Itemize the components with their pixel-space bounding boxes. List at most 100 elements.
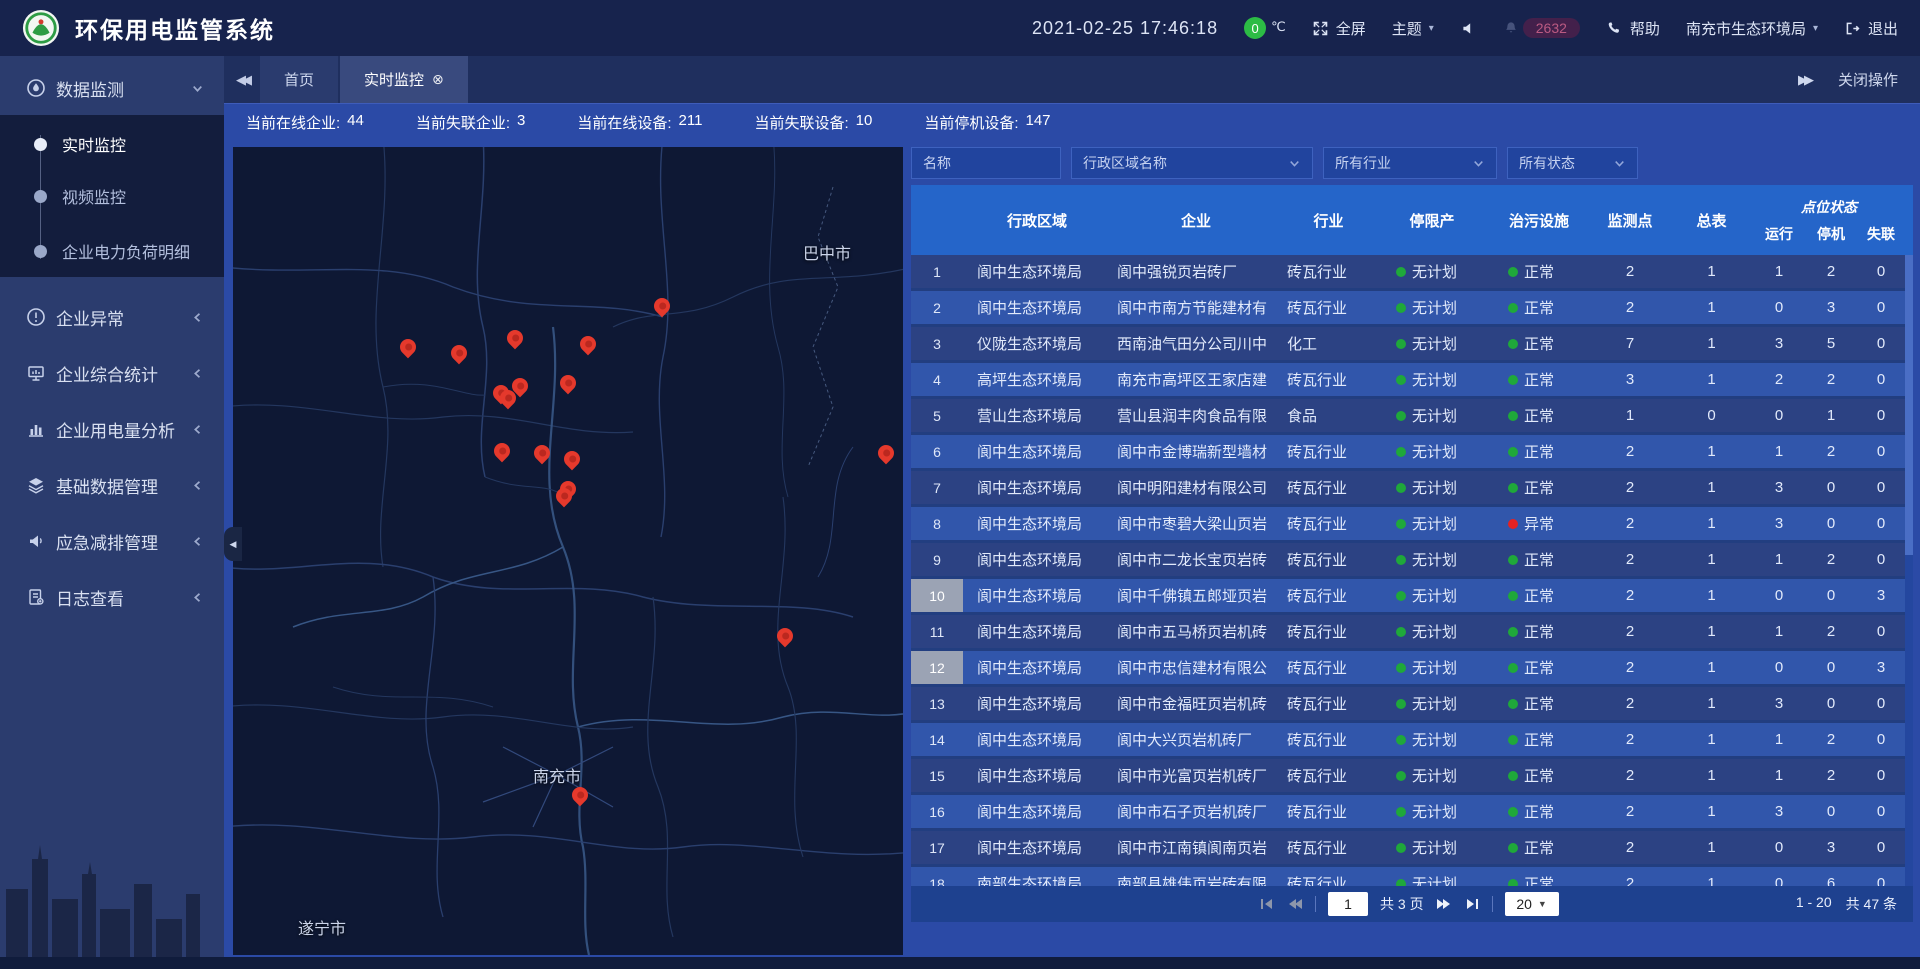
sidebar-group-emergency-reduction[interactable]: 应急减排管理 (0, 519, 224, 563)
page-number-input[interactable]: 1 (1328, 892, 1368, 916)
map-pin[interactable] (448, 342, 471, 365)
user-org-dropdown[interactable]: 南充市生态环境局 ▾ (1686, 18, 1818, 39)
table-row[interactable]: 11 阆中生态环境局 阆中市五马桥页岩机砖 砖瓦行业 无计划 正常 2 1 1 … (911, 615, 1905, 648)
datetime: 2021-02-25 17:46:18 (1032, 18, 1218, 39)
sound-button[interactable] (1460, 20, 1477, 37)
last-page-icon (1464, 897, 1480, 911)
tab-home[interactable]: 首页 (260, 56, 338, 103)
chevron-left-icon (191, 479, 204, 492)
scrollbar-thumb[interactable] (1905, 255, 1913, 555)
page-size-select[interactable]: 20 ▼ (1505, 892, 1559, 916)
table-row[interactable]: 7 阆中生态环境局 阆中明阳建材有限公司 砖瓦行业 无计划 正常 2 1 3 0… (911, 471, 1905, 504)
cell-pollution-facility: 正常 (1488, 831, 1590, 864)
sidebar-group-data-monitoring[interactable]: 数据监测 (0, 66, 224, 110)
cell-region: 阆中生态环境局 (963, 291, 1111, 324)
col-stop-limit: 停限产 (1376, 185, 1488, 255)
sidebar-item-realtime-monitoring[interactable]: 实时监控 (0, 127, 224, 161)
cell-stop-limit: 无计划 (1376, 327, 1488, 360)
sidebar-group-enterprise-abnormal[interactable]: 企业异常 (0, 295, 224, 339)
table-row[interactable]: 14 阆中生态环境局 阆中大兴页岩机砖厂 砖瓦行业 无计划 正常 2 1 1 2… (911, 723, 1905, 756)
stop-label: 无计划 (1412, 693, 1457, 714)
map-pin[interactable] (651, 295, 674, 318)
table-row[interactable]: 16 阆中生态环境局 阆中市石子页岩机砖厂 砖瓦行业 无计划 正常 2 1 3 … (911, 795, 1905, 828)
table-row[interactable]: 1 阆中生态环境局 阆中强锐页岩砖厂 砖瓦行业 无计划 正常 2 1 1 2 0 (911, 255, 1905, 288)
megaphone-icon (26, 531, 46, 551)
map-pin[interactable] (577, 333, 600, 356)
col-stopped: 停机 (1805, 224, 1857, 244)
map-pin[interactable] (504, 327, 527, 350)
map-panel[interactable]: 巴中市南充市遂宁市 ◀ (233, 147, 903, 955)
map-pin[interactable] (491, 440, 514, 463)
prev-page-button[interactable] (1287, 897, 1303, 911)
table-row[interactable]: 6 阆中生态环境局 阆中市金博瑞新型墙材 砖瓦行业 无计划 正常 2 1 1 2… (911, 435, 1905, 468)
phone-icon (1606, 20, 1623, 37)
cell-stopped: 0 (1805, 579, 1857, 612)
table-row[interactable]: 4 高坪生态环境局 南充市高坪区王家店建 砖瓦行业 无计划 正常 3 1 2 2… (911, 363, 1905, 396)
region-select[interactable]: 行政区域名称 (1071, 147, 1313, 179)
cell-pollution-facility: 异常 (1488, 507, 1590, 540)
tab-close-icon[interactable]: ⊗ (432, 71, 444, 88)
cell-industry: 砖瓦行业 (1281, 759, 1376, 792)
industry-select[interactable]: 所有行业 (1323, 147, 1497, 179)
table-row[interactable]: 3 仪陇生态环境局 西南油气田分公司川中 化工 无计划 正常 7 1 3 5 0 (911, 327, 1905, 360)
tabs-scroll-right-button[interactable]: ▶▶ (1798, 72, 1814, 88)
cell-region: 阆中生态环境局 (963, 651, 1111, 684)
row-index: 3 (911, 327, 963, 360)
name-search-input[interactable]: 名称 (911, 147, 1061, 179)
map-pin[interactable] (557, 372, 580, 395)
cell-running: 1 (1753, 723, 1805, 756)
tabs-scroll-left-button[interactable]: ◀◀ (224, 56, 260, 103)
help-button[interactable]: 帮助 (1606, 18, 1660, 39)
cell-monitor-points: 1 (1590, 399, 1670, 432)
status-select[interactable]: 所有状态 (1507, 147, 1638, 179)
table-row[interactable]: 10 阆中生态环境局 阆中千佛镇五郎垭页岩 砖瓦行业 无计划 正常 2 1 0 … (911, 579, 1905, 612)
next-page-button[interactable] (1436, 897, 1452, 911)
last-page-button[interactable] (1464, 897, 1480, 911)
table-row[interactable]: 13 阆中生态环境局 阆中市金福旺页岩机砖 砖瓦行业 无计划 正常 2 1 3 … (911, 687, 1905, 720)
stop-label: 无计划 (1412, 621, 1457, 642)
table-row[interactable]: 9 阆中生态环境局 阆中市二龙长宝页岩砖 砖瓦行业 无计划 正常 2 1 1 2… (911, 543, 1905, 576)
table-row[interactable]: 15 阆中生态环境局 阆中市光富页岩机砖厂 砖瓦行业 无计划 正常 2 1 1 … (911, 759, 1905, 792)
cell-lost: 0 (1857, 543, 1905, 576)
table-row[interactable]: 2 阆中生态环境局 阆中市南方节能建材有 砖瓦行业 无计划 正常 2 1 0 3… (911, 291, 1905, 324)
sidebar-group-enterprise-statistics[interactable]: 企业综合统计 (0, 351, 224, 395)
table-scrollbar[interactable] (1905, 255, 1913, 886)
col-running: 运行 (1753, 224, 1805, 244)
table-row[interactable]: 12 阆中生态环境局 阆中市忠信建材有限公 砖瓦行业 无计划 正常 2 1 0 … (911, 651, 1905, 684)
cell-stop-limit: 无计划 (1376, 867, 1488, 886)
cell-stop-limit: 无计划 (1376, 507, 1488, 540)
map-canvas[interactable]: 巴中市南充市遂宁市 (233, 147, 903, 955)
logout-button[interactable]: 退出 (1844, 18, 1898, 39)
cell-company: 营山县润丰肉食品有限 (1111, 399, 1281, 432)
sidebar-group-log-view[interactable]: 日志查看 (0, 575, 224, 619)
sidebar-group-base-data[interactable]: 基础数据管理 (0, 463, 224, 507)
table-row[interactable]: 18 南部生态环境局 南部县雄伟页岩砖有限 砖瓦行业 无计划 正常 2 1 0 … (911, 867, 1905, 886)
map-pin[interactable] (397, 336, 420, 359)
map-pin[interactable] (569, 784, 592, 807)
monitor-gauge-icon (26, 78, 46, 98)
pagination-bar: 1 共 3 页 20 ▼ 1 - 20 共 47 条 (911, 886, 1913, 922)
map-pin[interactable] (531, 442, 554, 465)
cell-pollution-facility: 正常 (1488, 363, 1590, 396)
fullscreen-button[interactable]: 全屏 (1312, 18, 1366, 39)
sidebar-item-video-monitoring[interactable]: 视频监控 (0, 179, 224, 213)
notifications[interactable]: 2632 (1503, 18, 1580, 38)
cell-stopped: 3 (1805, 831, 1857, 864)
sidebar-item-power-load-detail[interactable]: 企业电力负荷明细 (0, 234, 224, 268)
tab-realtime-monitoring[interactable]: 实时监控 ⊗ (340, 56, 468, 103)
map-pin[interactable] (561, 448, 584, 471)
map-pin[interactable] (875, 442, 898, 465)
cell-region: 阆中生态环境局 (963, 795, 1111, 828)
theme-dropdown[interactable]: 主题 ▾ (1392, 18, 1434, 39)
close-operations-button[interactable]: 关闭操作 (1838, 69, 1898, 90)
cell-stopped: 2 (1805, 543, 1857, 576)
table-row[interactable]: 5 营山生态环境局 营山县润丰肉食品有限 食品 无计划 正常 1 0 0 1 0 (911, 399, 1905, 432)
sidebar-group-power-analysis[interactable]: 企业用电量分析 (0, 407, 224, 451)
map-collapse-button[interactable]: ◀ (224, 527, 242, 561)
table-row[interactable]: 17 阆中生态环境局 阆中市江南镇阆南页岩 砖瓦行业 无计划 正常 2 1 0 … (911, 831, 1905, 864)
table-row[interactable]: 8 阆中生态环境局 阆中市枣碧大梁山页岩 砖瓦行业 无计划 异常 2 1 3 0… (911, 507, 1905, 540)
map-pin[interactable] (774, 625, 797, 648)
chevron-left-icon (191, 535, 204, 548)
cell-industry: 砖瓦行业 (1281, 471, 1376, 504)
first-page-button[interactable] (1259, 897, 1275, 911)
